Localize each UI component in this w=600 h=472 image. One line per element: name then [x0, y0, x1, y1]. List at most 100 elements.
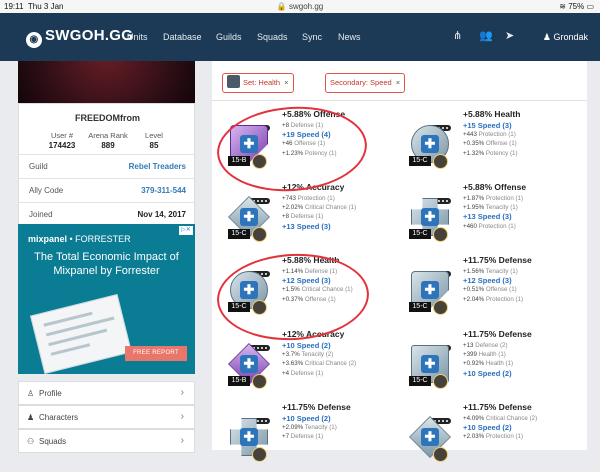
mod-stats: +11.75% Defense +1.56% Tenacity (1) +12 Sp… — [463, 255, 573, 304]
users-icon[interactable]: 👥 — [479, 29, 493, 42]
mod-secondary-stat: +1.23% Potency (1) — [282, 149, 337, 157]
user-menu[interactable]: ♟ Grondak — [543, 32, 588, 43]
health-set-icon: ✚ — [240, 428, 258, 446]
mod-secondary-stat: +460 Protection (1) — [463, 222, 516, 230]
mod-card[interactable]: ✚ 15-C +12% Accuracy +743 Protection (1) +2.… — [212, 182, 392, 252]
ally-code-link[interactable]: 379-311-544 — [141, 186, 186, 195]
health-set-icon: ✚ — [421, 135, 439, 153]
character-portrait[interactable] — [433, 447, 448, 462]
chevron-right-icon: › — [180, 387, 184, 398]
filter-chip-set[interactable]: Set: Health × — [222, 73, 294, 93]
mod-secondary-stat: +10 Speed (2) — [282, 341, 331, 350]
nav-units[interactable]: Units — [127, 32, 148, 42]
character-portrait[interactable] — [433, 374, 448, 389]
character-portrait[interactable] — [252, 227, 267, 242]
user-icon: ♟ — [542, 32, 551, 42]
character-portrait[interactable] — [252, 447, 267, 462]
character-portrait[interactable] — [252, 374, 267, 389]
advertisement[interactable]: ▷✕ mixpanel • FORRESTER The Total Econom… — [18, 224, 195, 374]
health-set-icon — [227, 75, 240, 88]
chevron-right-icon: › — [180, 411, 184, 422]
guild-link[interactable]: Rebel Treaders — [129, 162, 186, 171]
mod-secondary-stat: +2.09% Tenacity (1) — [282, 424, 337, 432]
telegram-icon[interactable]: ➤ — [505, 29, 514, 42]
character-portrait[interactable] — [433, 300, 448, 315]
nav-squads[interactable]: Squads — [257, 32, 288, 42]
sidebar-item-profile[interactable]: ♙ Profile › — [18, 381, 195, 405]
mod-secondary-stat: +1.56% Tenacity (1) — [463, 268, 518, 275]
mod-stats: +5.88% Offense +8 Defense (1) +19 Speed (4… — [282, 109, 392, 158]
mod-arrow-icon: ✚ 15-C — [409, 267, 453, 315]
mod-secondary-stat: +1.32% Potency (1) — [463, 149, 518, 157]
mod-secondary-stat: +1.5% Critical Chance (1) — [282, 286, 353, 294]
nav-sync[interactable]: Sync — [302, 32, 322, 42]
joined-row: Joined Nov 14, 2017 — [19, 202, 196, 226]
health-set-icon: ✚ — [421, 428, 439, 446]
battery-indicator: ≋ 75% ▭ — [559, 2, 594, 11]
mod-level-tier: 15-C — [228, 302, 250, 312]
network-icon[interactable]: ⋔ — [453, 29, 462, 42]
url-bar[interactable]: 🔒 swgoh.gg — [0, 2, 600, 11]
mod-card[interactable]: ✚ +11.75% Defense +10 Speed (2) +2.09% Ten… — [212, 402, 392, 472]
mod-diamond-icon: ✚ 15-B — [228, 341, 272, 389]
mod-card[interactable]: ✚ 15-B +5.88% Offense +8 Defense (1) +19 Spe… — [212, 109, 392, 179]
mod-primary-stat: +11.75% Defense — [463, 255, 532, 265]
ally-code-row: Ally Code 379-311-544 — [19, 178, 196, 202]
filter-bar: Set: Health × Secondary: Speed × — [212, 61, 587, 101]
character-portrait[interactable] — [433, 227, 448, 242]
health-set-icon: ✚ — [240, 355, 258, 373]
character-portrait[interactable] — [252, 154, 267, 169]
mod-secondary-stat: +3.7% Tenacity (2) — [282, 351, 334, 359]
mod-secondary-stat: +1.87% Protection (1) — [463, 195, 524, 202]
character-portrait[interactable] — [433, 154, 448, 169]
mod-card[interactable]: ✚ 15-C +5.88% Health +15 Speed (3) +443 Pro… — [393, 109, 573, 179]
player-name: FREEDOMfrom — [75, 113, 140, 123]
mod-card[interactable]: ✚ 15-C +11.75% Defense +13 Defense (2) +399 … — [393, 329, 573, 399]
mod-card[interactable]: ✚ 15-C +11.75% Defense +1.56% Tenacity (1) +… — [393, 255, 573, 325]
mod-secondary-stat: +10 Speed (2) — [463, 423, 512, 433]
mod-secondary-stat: +13 Defense (2) — [463, 342, 508, 349]
mods-panel: Set: Health × Secondary: Speed × ✚ 15-B +5.8… — [212, 61, 587, 462]
nav-guilds[interactable]: Guilds — [216, 32, 242, 42]
mod-secondary-stat: +8 Defense (1) — [282, 213, 324, 221]
character-portrait[interactable] — [252, 300, 267, 315]
mod-stats: +5.88% Offense +1.87% Protection (1) +1.95… — [463, 182, 573, 231]
mod-card[interactable]: ✚ 15-B +12% Accuracy +10 Speed (2) +3.7% Te… — [212, 329, 392, 399]
mod-primary-stat: +5.88% Health — [463, 109, 521, 119]
status-bar: 19:11 Thu 3 Jan 🔒 swgoh.gg ≋ 75% ▭ — [0, 0, 600, 13]
mod-cross-icon: ✚ 15-C — [409, 194, 453, 242]
mod-stats: +12% Accuracy +743 Protection (1) +2.02% C… — [282, 182, 392, 231]
mod-level-tier: 15-C — [409, 302, 431, 312]
mod-stats: +11.75% Defense +4.09% Critical Chance (2… — [463, 402, 573, 442]
mod-secondary-stat: +399 Health (1) — [463, 351, 506, 359]
site-logo[interactable]: ◉ SWGOH.GG — [26, 27, 133, 48]
mod-card[interactable]: ✚ 15-C +5.88% Health +1.14% Defense (1) +12 … — [212, 255, 392, 325]
left-sidebar: FREEDOMfrom User #174423 Arena Rank 889 L… — [18, 61, 196, 453]
ad-choices-icon[interactable]: ▷✕ — [179, 226, 193, 235]
remove-filter-icon[interactable]: × — [284, 78, 288, 87]
sidebar-item-characters[interactable]: ♟ Characters › — [18, 405, 195, 429]
mod-square-icon: ✚ 15-C — [409, 341, 453, 389]
mod-secondary-stat: +2.02% Critical Chance (1) — [282, 204, 357, 212]
mod-card[interactable]: ✚ +11.75% Defense +4.09% Critical Chance (… — [393, 402, 573, 472]
nav-news[interactable]: News — [338, 32, 361, 42]
mod-stats: +12% Accuracy +10 Speed (2) +3.7% Tenacit… — [282, 329, 392, 378]
mod-primary-stat: +5.88% Offense — [463, 182, 527, 192]
nav-database[interactable]: Database — [163, 32, 202, 42]
mod-primary-stat: +5.88% Health — [282, 255, 340, 265]
mod-primary-stat: +11.75% Defense — [463, 329, 532, 339]
ad-cta-button[interactable]: FREE REPORT — [125, 346, 187, 361]
mod-secondary-stat: +4.09% Critical Chance (2) — [463, 415, 538, 422]
top-navbar: ◉ SWGOH.GG Units Database Guilds Squads S… — [0, 13, 600, 61]
health-set-icon: ✚ — [421, 281, 439, 299]
filter-chip-secondary[interactable]: Secondary: Speed × — [325, 73, 406, 93]
mod-secondary-stat: +8 Defense (1) — [282, 122, 324, 129]
remove-filter-icon[interactable]: × — [396, 78, 400, 87]
health-set-icon: ✚ — [240, 208, 258, 226]
mod-card[interactable]: ✚ 15-C +5.88% Offense +1.87% Protection (1)… — [393, 182, 573, 252]
sidebar-item-squads[interactable]: ⚇ Squads › — [18, 429, 195, 453]
mod-secondary-stat: +0.51% Offense (1) — [463, 286, 517, 294]
mod-secondary-stat: +3.63% Critical Chance (2) — [282, 360, 357, 368]
mod-secondary-stat: +46 Offense (1) — [282, 140, 326, 148]
mod-secondary-stat: +1.14% Defense (1) — [282, 268, 338, 275]
